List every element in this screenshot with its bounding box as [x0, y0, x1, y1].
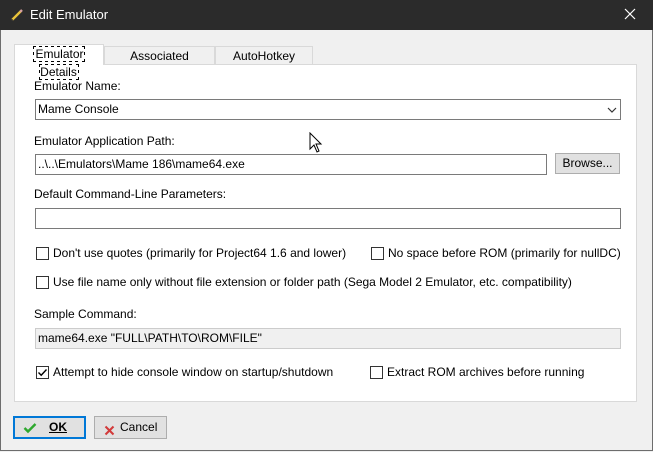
extract-archives-checkbox[interactable] — [370, 366, 383, 379]
tab-emulator-details[interactable]: Emulator Details — [14, 44, 104, 80]
tab-associated-platforms[interactable]: Associated Platforms — [104, 46, 215, 81]
emulator-name-label: Emulator Name: — [34, 79, 121, 93]
ok-button[interactable]: OK — [13, 416, 86, 439]
app-path-value: ..\..\Emulators\Mame 186\mame64.exe — [38, 157, 245, 171]
chevron-down-icon[interactable] — [607, 100, 617, 119]
hide-console-checkbox[interactable] — [36, 366, 49, 379]
hide-console-label[interactable]: Attempt to hide console window on startu… — [53, 365, 333, 379]
window-title: Edit Emulator — [30, 7, 109, 22]
tab-autohotkey-script[interactable]: AutoHotkey Script — [215, 46, 313, 81]
dont-use-quotes-checkbox[interactable] — [36, 247, 49, 260]
emulator-name-value: Mame Console — [38, 102, 119, 116]
browse-button-label: Browse... — [562, 156, 613, 170]
file-name-only-label[interactable]: Use file name only without file extensio… — [53, 275, 572, 289]
extract-archives-label[interactable]: Extract ROM archives before running — [387, 365, 584, 379]
title-bar: Edit Emulator — [0, 0, 653, 30]
params-input[interactable] — [35, 208, 621, 229]
tab-label: Emulator Details — [33, 46, 85, 80]
close-icon — [624, 8, 636, 23]
cancel-button-label: Cancel — [120, 420, 158, 434]
mouse-cursor-icon — [309, 131, 323, 157]
ok-button-label: OK — [49, 420, 67, 434]
no-space-before-rom-checkbox[interactable] — [371, 247, 384, 260]
sample-command-value: mame64.exe "FULL\PATH\TO\ROM\FILE" — [38, 331, 262, 345]
sample-command-field: mame64.exe "FULL\PATH\TO\ROM\FILE" — [35, 328, 621, 349]
app-path-input[interactable]: ..\..\Emulators\Mame 186\mame64.exe — [35, 154, 547, 175]
checkmark-icon — [38, 369, 48, 377]
tab-panel-emulator-details: Emulator Name: Mame Console Emulator App… — [14, 64, 637, 402]
cancel-button[interactable]: Cancel — [94, 416, 167, 439]
app-path-label: Emulator Application Path: — [34, 134, 175, 148]
x-icon — [104, 422, 115, 443]
close-button[interactable] — [607, 0, 653, 30]
emulator-name-combobox[interactable]: Mame Console — [35, 99, 621, 120]
pencil-icon — [9, 7, 25, 23]
file-name-only-checkbox[interactable] — [36, 276, 49, 289]
params-label: Default Command-Line Parameters: — [34, 187, 227, 201]
sample-command-label: Sample Command: — [34, 307, 137, 321]
dont-use-quotes-label[interactable]: Don't use quotes (primarily for Project6… — [53, 246, 346, 260]
checkmark-icon — [23, 421, 37, 440]
browse-button[interactable]: Browse... — [555, 153, 620, 174]
no-space-before-rom-label[interactable]: No space before ROM (primarily for nullD… — [388, 246, 621, 260]
